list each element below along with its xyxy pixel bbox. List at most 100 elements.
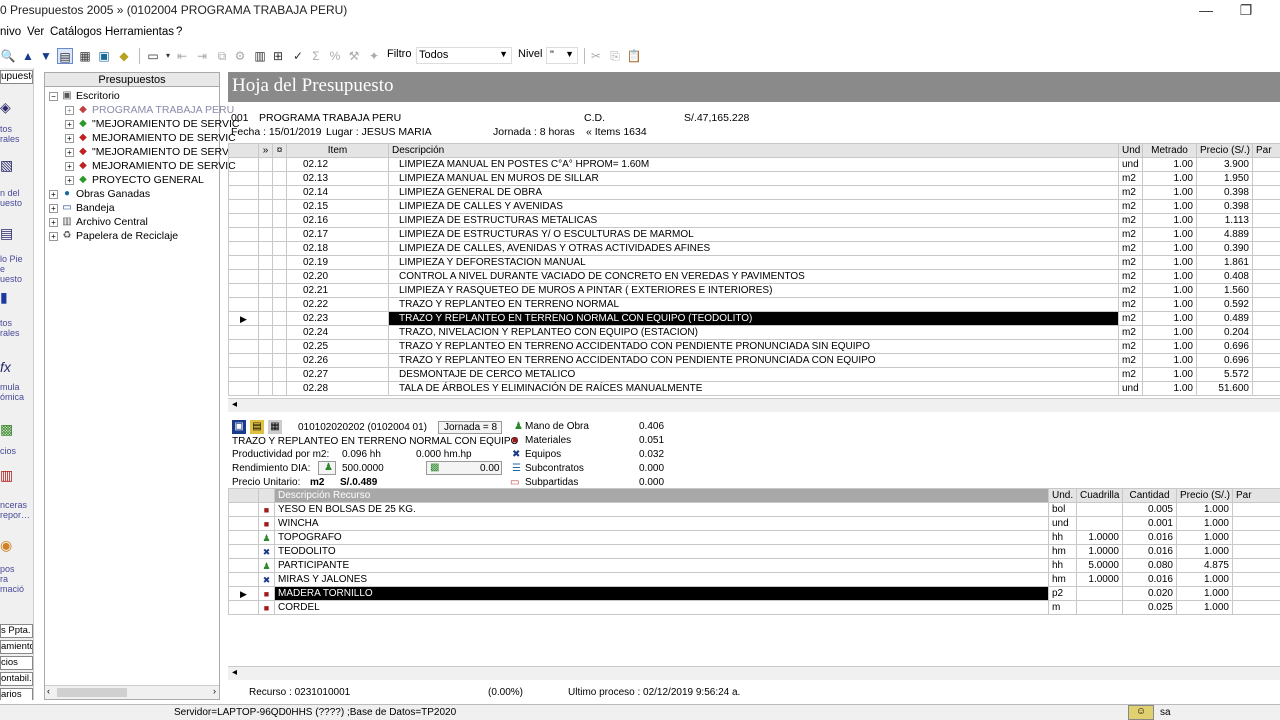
- expand-column-header[interactable]: »: [258, 143, 273, 158]
- flag-cell[interactable]: [272, 367, 287, 382]
- unit-cell[interactable]: m2: [1118, 227, 1143, 242]
- expand-icon[interactable]: +: [65, 119, 74, 129]
- description-cell[interactable]: TALA DE ÁRBOLES Y ELIMINACIÓN DE RAÍCES …: [388, 381, 1119, 396]
- unit-cell[interactable]: m2: [1118, 213, 1143, 228]
- quantity-cell[interactable]: 1.00: [1142, 213, 1197, 228]
- resource-unit-cell[interactable]: hh: [1048, 530, 1077, 545]
- table-row[interactable]: 02.27 DESMONTAJE DE CERCO METALICO m2 1.00 5…: [228, 367, 1280, 382]
- table-row[interactable]: 02.16 LIMPIEZA DE ESTRUCTURAS METALICAS m2…: [228, 213, 1280, 228]
- resource-unit-cell[interactable]: hm: [1048, 572, 1077, 587]
- expand-icon[interactable]: +: [49, 203, 58, 213]
- resource-quantity-cell[interactable]: 0.025: [1122, 600, 1177, 615]
- price-cell[interactable]: 4.889: [1196, 227, 1253, 242]
- unit-cell[interactable]: m2: [1118, 283, 1143, 298]
- price-icon[interactable]: ▩: [0, 420, 16, 438]
- filter-select[interactable]: Todos ▼: [416, 47, 512, 64]
- cube-icon[interactable]: ◈: [0, 98, 16, 116]
- description-cell[interactable]: TRAZO Y REPLANTEO EN TERRENO NORMAL CON …: [388, 311, 1119, 326]
- resource-quantity-cell[interactable]: 0.016: [1122, 572, 1177, 587]
- expand-cell[interactable]: [258, 283, 273, 298]
- price-cell[interactable]: 51.600: [1196, 381, 1253, 396]
- expand-icon[interactable]: +: [65, 147, 74, 157]
- row-indicator[interactable]: ▶: [228, 311, 259, 326]
- paste-icon[interactable]: 📋: [626, 48, 642, 64]
- flag-cell[interactable]: [272, 381, 287, 396]
- resource-description-cell[interactable]: MADERA TORNILLO: [274, 586, 1049, 601]
- row-indicator[interactable]: [228, 516, 259, 531]
- resource-partial-cell[interactable]: [1232, 558, 1280, 573]
- flag-cell[interactable]: [272, 353, 287, 368]
- price-cell[interactable]: 0.398: [1196, 199, 1253, 214]
- row-indicator[interactable]: [228, 283, 259, 298]
- table-row[interactable]: 02.12 LIMPIEZA MANUAL EN POSTES C°A° HPRO…: [228, 157, 1280, 172]
- resource-unit-cell[interactable]: hh: [1048, 558, 1077, 573]
- check-icon[interactable]: ✓: [290, 48, 306, 64]
- table-row[interactable]: ■ WINCHA und 0.001 1.000: [228, 516, 1280, 531]
- row-indicator[interactable]: ▶: [228, 586, 259, 601]
- partial-cell[interactable]: [1252, 213, 1280, 228]
- quantity-cell[interactable]: 1.00: [1142, 339, 1197, 354]
- expand-cell[interactable]: [258, 185, 273, 200]
- expand-cell[interactable]: [258, 227, 273, 242]
- price-cell[interactable]: 0.408: [1196, 269, 1253, 284]
- item-code-cell[interactable]: 02.16: [286, 213, 389, 228]
- table-row[interactable]: 02.25 TRAZO Y REPLANTEO EN TERRENO ACCIDE…: [228, 339, 1280, 354]
- quantity-cell[interactable]: 1.00: [1142, 241, 1197, 256]
- quantity-cell[interactable]: 1.00: [1142, 269, 1197, 284]
- row-indicator[interactable]: [228, 381, 259, 396]
- unit-cell[interactable]: m2: [1118, 297, 1143, 312]
- description-cell[interactable]: CONTROL A NIVEL DURANTE VACIADO DE CONCR…: [388, 269, 1119, 284]
- expand-cell[interactable]: [258, 199, 273, 214]
- toolbox-label[interactable]: pos ra mació: [0, 564, 33, 594]
- resource-price-cell[interactable]: 1.000: [1176, 502, 1233, 517]
- expand-icon[interactable]: +: [65, 133, 74, 143]
- description-cell[interactable]: LIMPIEZA DE CALLES Y AVENIDAS: [388, 199, 1119, 214]
- unit-cell[interactable]: m2: [1118, 185, 1143, 200]
- expand-cell[interactable]: [258, 241, 273, 256]
- sheet-view-icon[interactable]: ▤: [57, 48, 73, 64]
- level-select[interactable]: " ▼: [546, 47, 578, 64]
- tab-presupuestos[interactable]: s Ppta.: [0, 624, 33, 638]
- row-indicator[interactable]: [228, 227, 259, 242]
- partial-cell[interactable]: [1252, 157, 1280, 172]
- table-row[interactable]: ■ CORDEL m 0.025 1.000: [228, 600, 1280, 615]
- tree-root[interactable]: − ▣ Escritorio: [49, 89, 120, 103]
- unit-column-header[interactable]: Und: [1118, 143, 1143, 158]
- unit-cell[interactable]: m2: [1118, 325, 1143, 340]
- quantity-cell[interactable]: 1.00: [1142, 353, 1197, 368]
- expand-cell[interactable]: [258, 339, 273, 354]
- magic-icon[interactable]: ✦: [366, 48, 382, 64]
- item-code-cell[interactable]: 02.24: [286, 325, 389, 340]
- monitor-icon[interactable]: ▣: [96, 48, 112, 64]
- unit-cell[interactable]: m2: [1118, 269, 1143, 284]
- partial-cell[interactable]: [1252, 311, 1280, 326]
- tab-precios[interactable]: cios: [0, 656, 33, 670]
- resource-price-cell[interactable]: 1.000: [1176, 572, 1233, 587]
- resource-crew-cell[interactable]: 1.0000: [1076, 530, 1123, 545]
- book-icon[interactable]: ▮: [0, 288, 16, 306]
- flag-column-header[interactable]: ¤: [272, 143, 287, 158]
- table-row[interactable]: 02.26 TRAZO Y REPLANTEO EN TERRENO ACCIDE…: [228, 353, 1280, 368]
- resource-partial-cell[interactable]: [1232, 530, 1280, 545]
- resource-crew-cell[interactable]: 1.0000: [1076, 544, 1123, 559]
- row-indicator[interactable]: [228, 241, 259, 256]
- copy-icon[interactable]: ⎘: [607, 48, 623, 64]
- item-code-cell[interactable]: 02.21: [286, 283, 389, 298]
- quantity-column-header[interactable]: Metrado: [1142, 143, 1197, 158]
- toolbox-label[interactable]: nceras repor…: [0, 500, 33, 520]
- tree-item[interactable]: + ◆ MEJORAMIENTO DE SERVIC: [65, 159, 236, 173]
- quantity-cell[interactable]: 1.00: [1142, 255, 1197, 270]
- partial-cell[interactable]: [1252, 269, 1280, 284]
- sum-icon[interactable]: Σ: [308, 48, 324, 64]
- menu-ver[interactable]: Ver: [27, 26, 44, 38]
- partial-cell[interactable]: [1252, 185, 1280, 200]
- arrow-up-icon[interactable]: ▲: [20, 48, 36, 64]
- resource-price-cell[interactable]: 1.000: [1176, 586, 1233, 601]
- item-code-cell[interactable]: 02.15: [286, 199, 389, 214]
- table-row[interactable]: ✖ MIRAS Y JALONES hm 1.0000 0.016 1.000: [228, 572, 1280, 587]
- tree-item[interactable]: + ◆ "MEJORAMIENTO DE SERVIC: [65, 145, 239, 159]
- quantity-cell[interactable]: 1.00: [1142, 297, 1197, 312]
- outdent-icon[interactable]: ⇥: [194, 48, 210, 64]
- item-code-cell[interactable]: 02.14: [286, 185, 389, 200]
- table-row[interactable]: ♟ TOPOGRAFO hh 1.0000 0.016 1.000: [228, 530, 1280, 545]
